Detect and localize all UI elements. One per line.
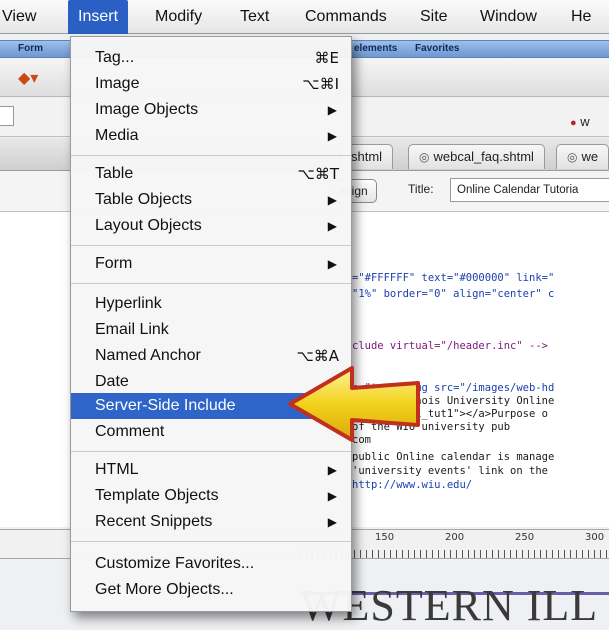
insert-toolbar-icon[interactable]: ◆▾ [18,68,38,88]
menu-item-label: Template Objects [95,487,219,504]
menu-item-form[interactable]: Form ▶ [71,251,351,277]
menu-item-server-side-include[interactable]: Server-Side Include [71,393,351,419]
menu-item-label: Hyperlink [95,295,162,312]
menu-site[interactable]: Site [420,0,448,33]
menu-separator [71,283,351,284]
submenu-arrow-icon: ▶ [327,129,337,143]
insert-bar-tab-form[interactable]: Form [18,41,43,57]
file-icon: ◎ [419,150,430,164]
menu-item-label: HTML [95,461,139,478]
ruler-tick: 150 [375,532,395,543]
menu-item-label: Table [95,165,134,182]
menu-item-template-objects[interactable]: Template Objects ▶ [71,483,351,509]
code-line: public Online calendar is manage [352,451,555,463]
menu-item-label: Layout Objects [95,217,202,234]
menu-item-tag[interactable]: Tag... ⌘E [71,45,351,71]
menu-commands[interactable]: Commands [305,0,387,33]
menu-item-hyperlink[interactable]: Hyperlink [71,291,351,317]
title-label: Title: [408,182,434,196]
menu-separator [71,155,351,156]
menu-item-email-link[interactable]: Email Link [71,317,351,343]
shortcut-label: ⌘E [314,49,339,67]
submenu-arrow-icon: ▶ [327,103,337,117]
code-line: 'university events' link on the [352,465,548,477]
code-line: clude virtual="/header.inc" --> [352,340,548,352]
submenu-arrow-icon: ▶ [327,515,337,529]
menu-item-label: Comment [95,423,165,440]
code-line: http://www.wiu.edu/ [352,479,473,491]
menu-window[interactable]: Window [480,0,537,33]
menu-item-label: Recent Snippets [95,513,213,530]
address-tab-label: w [580,114,590,129]
menu-item-customize-favorites[interactable]: Customize Favorites... [71,551,351,577]
menu-item-get-more-objects[interactable]: Get More Objects... [71,577,351,603]
submenu-arrow-icon: ▶ [327,489,337,503]
menu-item-table-objects[interactable]: Table Objects ▶ [71,187,351,213]
menu-item-date[interactable]: Date [71,369,351,395]
shortcut-label: ⌥⌘A [296,347,339,365]
menu-bar: View Insert Modify Text Commands Site Wi… [0,0,609,36]
code-line: n="top"><img src="/images/web-hd [352,382,555,394]
submenu-arrow-icon: ▶ [327,219,337,233]
shortcut-label: ⌥⌘T [297,165,339,183]
menu-text[interactable]: Text [240,0,269,33]
menu-item-label: Customize Favorites... [95,555,255,572]
doc-tab-2[interactable]: ◎ webcal_faq.shtml [408,144,545,169]
menu-item-label: Table Objects [95,191,192,208]
menu-separator [71,245,351,246]
menu-item-label: Date [95,373,129,390]
submenu-arrow-icon: ▶ [327,193,337,207]
menu-separator [71,451,351,452]
code-line: "1%" border="0" align="center" c [352,288,555,300]
insert-bar-tab-favorites[interactable]: Favorites [415,41,459,57]
menu-item-recent-snippets[interactable]: Recent Snippets ▶ [71,509,351,535]
insert-menu: Tag... ⌘E Image ⌥⌘I Image Objects ▶ Medi… [70,36,352,612]
menu-help[interactable]: He [571,0,591,33]
menu-item-label: Get More Objects... [95,581,234,598]
code-line: ="#FFFFFF" text="#000000" link=" [352,272,555,284]
shortcut-label: ⌥⌘I [302,75,339,93]
address-tab[interactable]: ● w [570,114,590,129]
menu-item-label: Named Anchor [95,347,201,364]
menu-view[interactable]: View [2,0,36,33]
ruler-tick: 200 [445,532,465,543]
code-line: stern Illinois University Online [352,395,555,407]
address-field[interactable] [0,106,14,126]
doc-tab-3[interactable]: ◎ we [556,144,609,169]
menu-item-html[interactable]: HTML ▶ [71,457,351,483]
menu-item-label: Image [95,75,140,92]
menu-insert[interactable]: Insert [68,0,129,36]
menu-item-label: Form [95,255,133,272]
code-line: com [352,434,371,446]
insert-bar-tab-elements[interactable]: elements [354,41,397,57]
menu-item-comment[interactable]: Comment [71,419,351,445]
menu-item-named-anchor[interactable]: Named Anchor ⌥⌘A [71,343,351,369]
doc-tab-label: shtml [351,149,383,164]
menu-modify[interactable]: Modify [155,0,202,33]
menu-item-label: Tag... [95,49,135,66]
code-line: of the WIU university pub [352,421,511,433]
menu-item-layout-objects[interactable]: Layout Objects ▶ [71,213,351,239]
menu-item-label: Image Objects [95,101,199,118]
doc-tab-label: webcal_faq.shtml [433,149,534,164]
menu-item-media[interactable]: Media ▶ [71,123,351,149]
menu-item-image[interactable]: Image ⌥⌘I [71,71,351,97]
menu-item-label: Server-Side Include [95,397,236,414]
submenu-arrow-icon: ▶ [327,463,337,477]
doc-tab-label: we [581,149,599,164]
menu-item-label: Email Link [95,321,169,338]
ruler-tick: 250 [515,532,535,543]
code-line: name="focal_tut1"></a>Purpose o [352,408,548,420]
page-title-input[interactable]: Online Calendar Tutoria [450,178,609,202]
file-icon: ● [570,117,577,129]
menu-item-image-objects[interactable]: Image Objects ▶ [71,97,351,123]
ruler-tick: 300 [585,532,605,543]
menu-item-table[interactable]: Table ⌥⌘T [71,161,351,187]
submenu-arrow-icon: ▶ [327,257,337,271]
file-icon: ◎ [567,150,578,164]
menu-item-label: Media [95,127,139,144]
menu-separator [71,541,351,542]
